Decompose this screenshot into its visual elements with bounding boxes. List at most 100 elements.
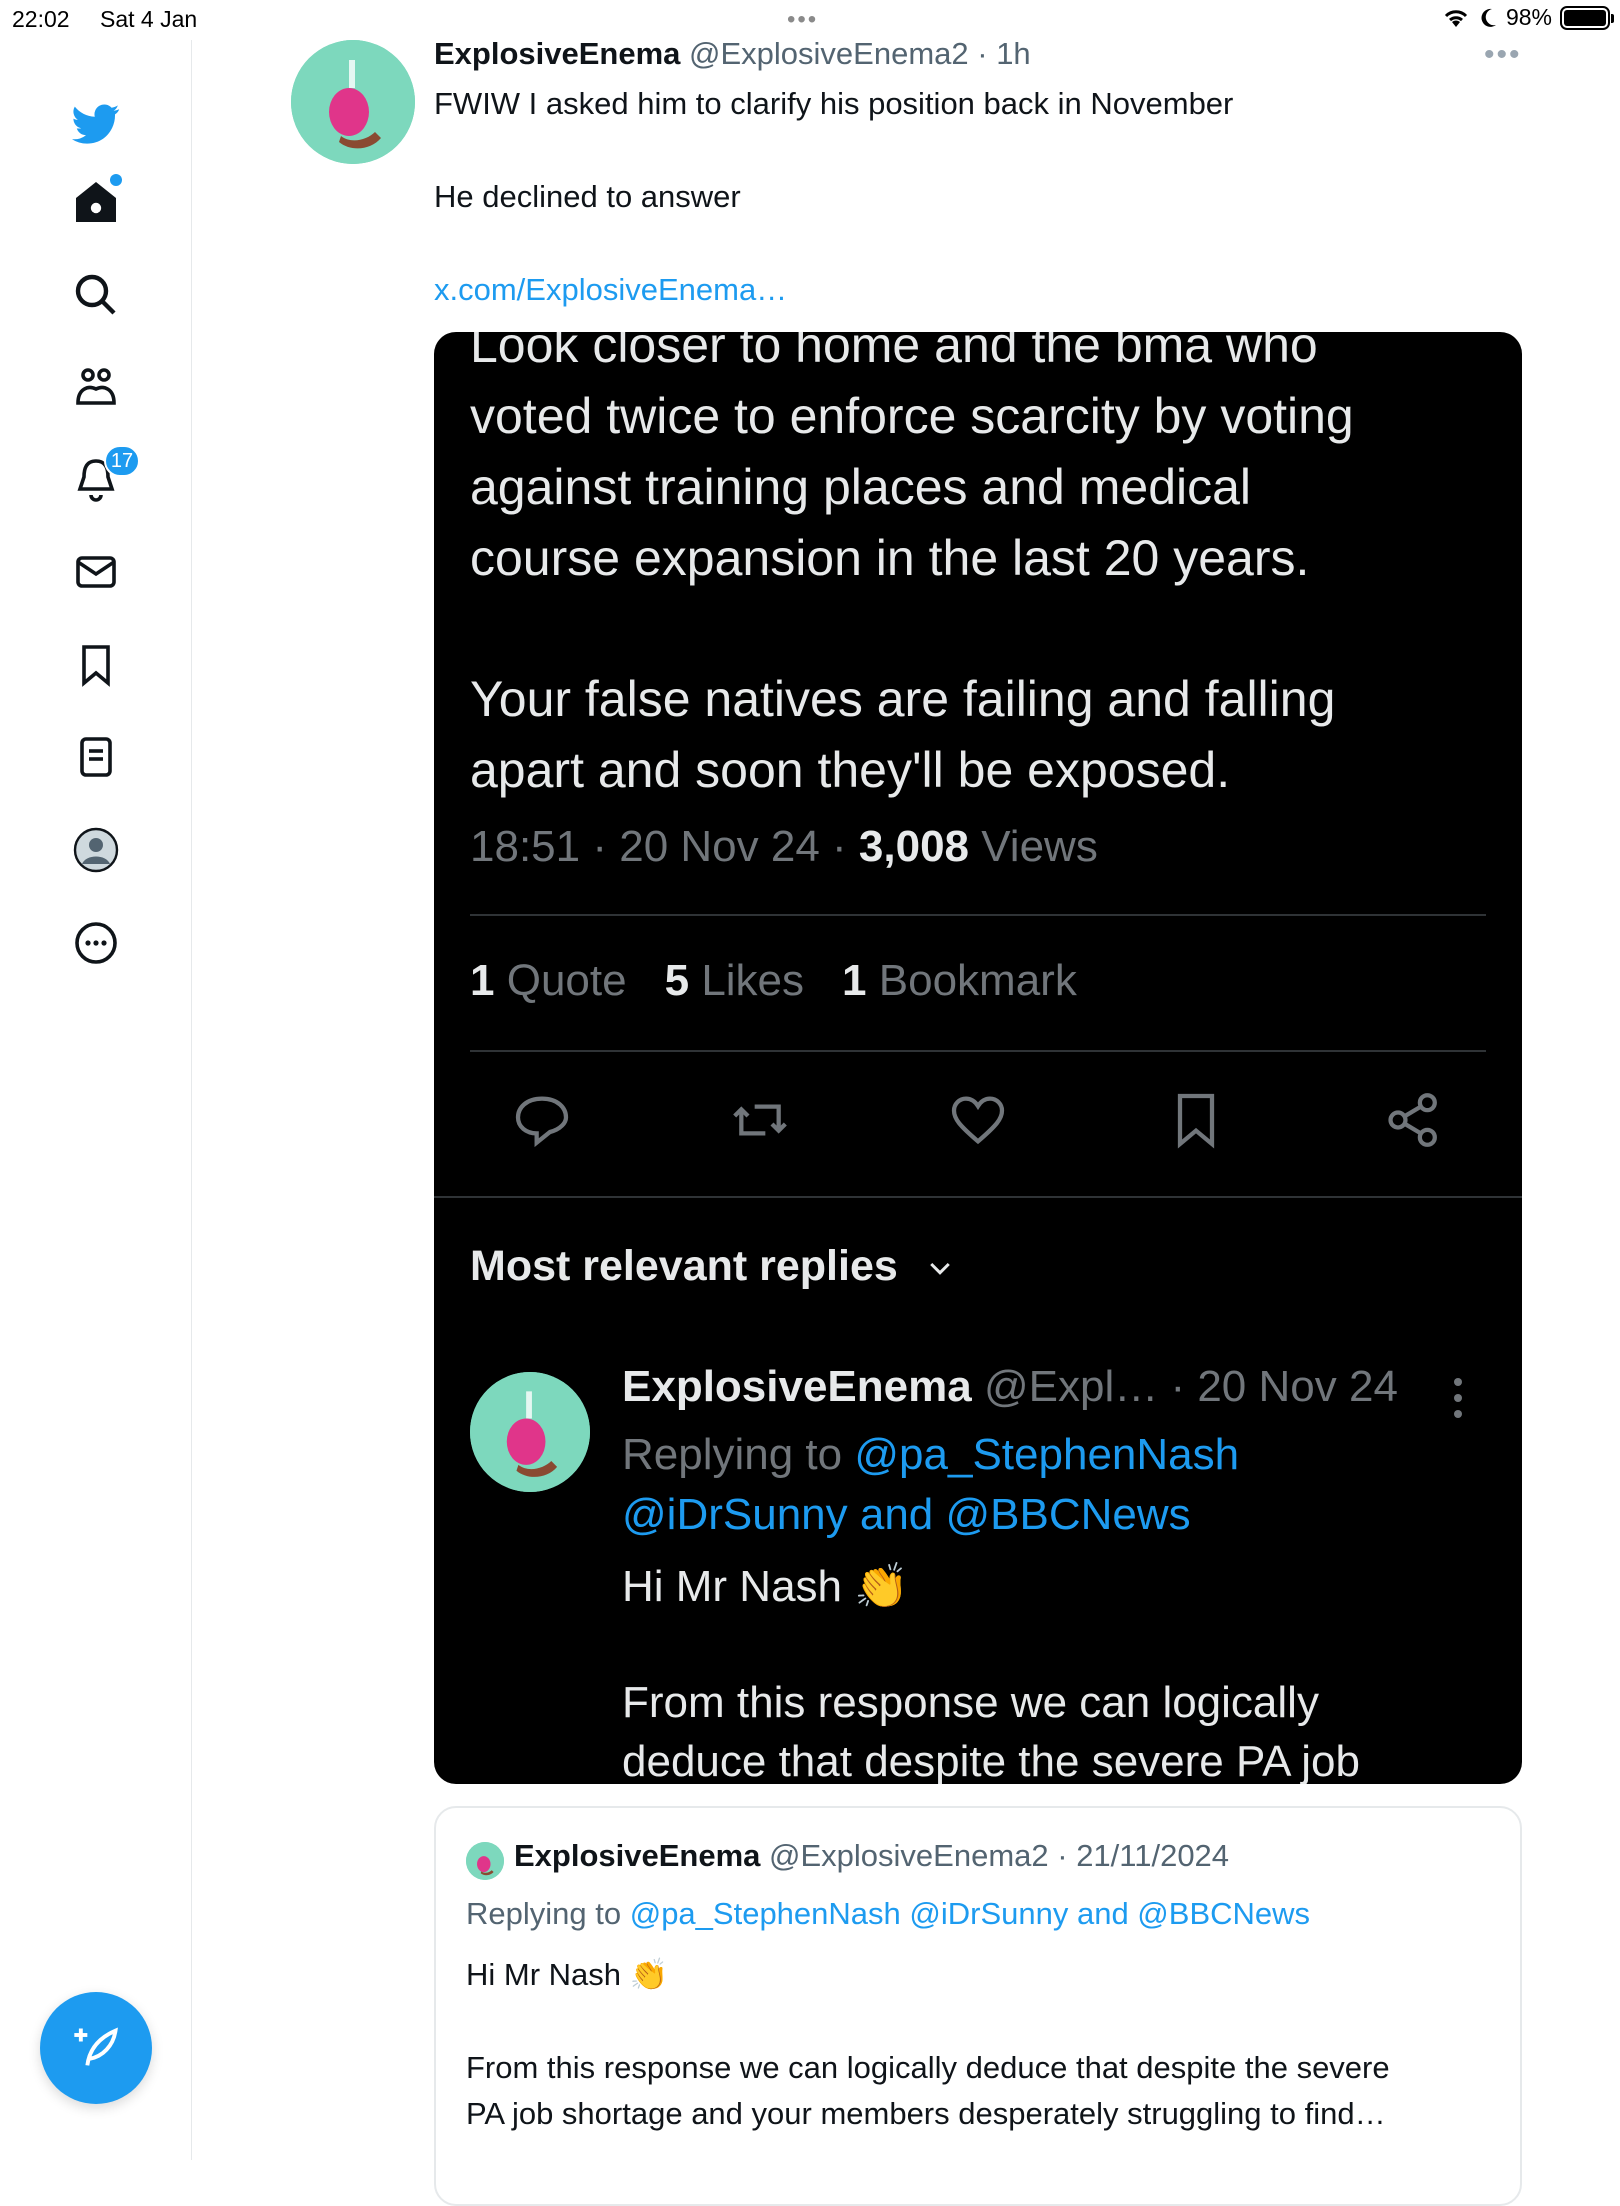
wifi-icon [1444, 9, 1468, 27]
reply-replying-to: Replying to @pa_StephenNash [622, 1430, 1239, 1480]
nav-lists[interactable] [60, 721, 132, 793]
quote-greeting: Hi Mr Nash 👏 [466, 1957, 669, 1992]
embedded-text-line: apart and soon they'll be exposed. [470, 742, 1231, 798]
stat-count: 1 [842, 956, 867, 1005]
nav-messages[interactable] [60, 536, 132, 608]
tweet-link[interactable]: x.com/ExplosiveEnema… [434, 272, 787, 308]
tweet-header: ExplosiveEnema @ExplosiveEnema2 · 1h [434, 36, 1031, 72]
status-date: Sat 4 Jan [100, 6, 198, 32]
tweet-author-name[interactable]: ExplosiveEnema [434, 36, 680, 71]
reply-author-handle: @Expl… [983, 1362, 1159, 1411]
battery-icon [1560, 5, 1614, 30]
quoted-tweet-card[interactable]: ExplosiveEnema @ExplosiveEnema2 · 21/11/… [434, 1806, 1522, 2206]
embedded-date: 20 Nov 24 [619, 822, 820, 871]
stat-count: 5 [664, 956, 690, 1005]
avatar-bulb-image [291, 40, 415, 164]
mention-links: @pa_StephenNash @iDrSunny and @BBCNews [629, 1896, 1311, 1931]
nav-home[interactable] [60, 166, 132, 238]
list-icon [80, 737, 112, 777]
twitter-logo-icon[interactable] [60, 88, 132, 160]
quote-replying-to: Replying to @pa_StephenNash @iDrSunny an… [466, 1896, 1310, 1932]
avatar-bulb-image [466, 1842, 504, 1880]
stat-likes[interactable]: 5 Likes [665, 956, 804, 1006]
most-relevant-label: Most relevant replies [470, 1242, 898, 1290]
more-circle-icon [75, 922, 117, 964]
sidebar: 17 [0, 40, 192, 2160]
stat-bookmarks[interactable]: 1 Bookmark [842, 956, 1077, 1006]
embedded-stats: 1 Quote 5 Likes 1 Bookmark [470, 956, 1077, 1006]
reply-mentions: @iDrSunny and @BBCNews [622, 1490, 1191, 1540]
reply-greeting: Hi Mr Nash 👏 [622, 1562, 910, 1611]
quote-author-avatar [466, 1842, 504, 1880]
tweet-time: · 1h [968, 36, 1031, 71]
divider [470, 1050, 1486, 1052]
reply-body-line: deduce that despite the severe PA job [622, 1737, 1360, 1784]
nav-profile[interactable] [60, 814, 132, 886]
tweet-author-handle[interactable]: @ExplosiveEnema2 [689, 36, 969, 71]
nav-notifications[interactable]: 17 [60, 443, 140, 515]
quote-body-line: PA job shortage and your members despera… [466, 2096, 1386, 2131]
mention-link: @iDrSunny and @BBCNews [622, 1490, 1191, 1539]
embedded-views-count: 3,008 [858, 822, 970, 871]
profile-avatar-icon [73, 827, 119, 873]
nav-search[interactable] [60, 259, 132, 331]
share-icon[interactable] [1382, 1088, 1446, 1152]
nav-communities[interactable] [60, 351, 132, 423]
multitasking-dots[interactable]: ••• [787, 6, 818, 34]
embedded-meta: 18:51 · 20 Nov 24 · 3,008 Views [470, 822, 1098, 871]
retweet-icon[interactable] [728, 1088, 792, 1152]
nav-more[interactable] [60, 907, 132, 979]
moon-icon [1481, 8, 1496, 27]
divider [434, 1196, 1522, 1198]
search-icon [75, 274, 116, 315]
stat-quotes[interactable]: 1 Quote [470, 956, 627, 1006]
embedded-time: 18:51 [470, 822, 581, 871]
notifications-badge: 17 [104, 445, 140, 477]
embedded-text-line: voted twice to enforce scarcity by votin… [470, 388, 1354, 444]
embedded-actions [470, 1088, 1486, 1168]
reply-header: ExplosiveEnema @Expl… · 20 Nov 24 [622, 1362, 1398, 1412]
communities-icon [76, 368, 116, 405]
quote-author-name: ExplosiveEnema [514, 1838, 761, 1873]
chevron-down-icon [929, 1262, 950, 1275]
reply-body-line: From this response we can logically [622, 1678, 1319, 1727]
reply-icon[interactable] [510, 1088, 574, 1152]
quote-date: · 21/11/2024 [1048, 1838, 1230, 1873]
embedded-text-line: Look closer to home and the bma who [470, 332, 1318, 373]
compose-button[interactable] [40, 1992, 152, 2104]
tweet-author-avatar[interactable] [291, 40, 415, 164]
avatar-bulb-image [470, 1372, 590, 1492]
stat-label: Quote [506, 956, 627, 1005]
stat-label: Bookmark [878, 956, 1077, 1005]
status-time: 22:02 [12, 6, 70, 32]
reply-more-icon [1454, 1378, 1462, 1418]
reply-author-name: ExplosiveEnema [622, 1362, 972, 1411]
quote-header: ExplosiveEnema @ExplosiveEnema2 · 21/11/… [514, 1838, 1229, 1874]
quote-author-handle: @ExplosiveEnema2 [769, 1838, 1049, 1873]
mail-icon [76, 556, 116, 588]
reply-date: · 20 Nov 24 [1158, 1362, 1398, 1411]
stat-count: 1 [470, 956, 495, 1005]
replying-to-label: Replying to [466, 1896, 622, 1931]
tweet-text-line: FWIW I asked him to clarify his position… [434, 86, 1234, 121]
divider [470, 914, 1486, 916]
stat-label: Likes [701, 956, 805, 1005]
embedded-text-line: against training places and medical [470, 459, 1252, 515]
battery-percent: 98% [1505, 4, 1552, 30]
tweet-text-line: He declined to answer [434, 179, 741, 214]
most-relevant-replies-dropdown[interactable]: Most relevant replies [470, 1242, 960, 1291]
status-bar: 22:02 Sat 4 Jan ••• 98% [0, 0, 1620, 40]
embedded-text-line: Your false natives are failing and falli… [470, 671, 1336, 727]
embedded-screenshot[interactable]: Look closer to home and the bma who vote… [434, 332, 1522, 1784]
bookmark-icon[interactable] [1164, 1088, 1228, 1152]
tweet-more-button[interactable]: ••• [1484, 38, 1522, 72]
embedded-text-line: course expansion in the last 20 years. [470, 530, 1310, 586]
bookmark-icon [82, 645, 110, 687]
replying-to-label: Replying to [622, 1430, 843, 1479]
like-heart-icon[interactable] [946, 1088, 1010, 1152]
status-right: 98% [1442, 4, 1614, 31]
compose-feather-icon [74, 2027, 118, 2066]
reply-author-avatar[interactable] [470, 1372, 590, 1492]
nav-bookmarks[interactable] [60, 629, 132, 701]
mention-link: @pa_StephenNash [854, 1430, 1240, 1479]
